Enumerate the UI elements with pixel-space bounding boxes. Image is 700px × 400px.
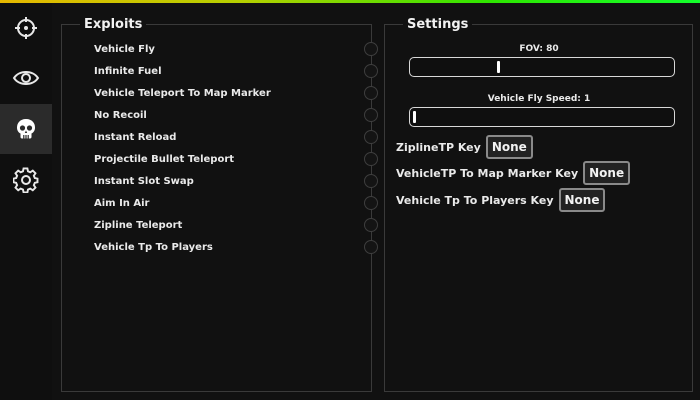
exploits-title: Exploits (80, 17, 147, 32)
exploit-row[interactable]: Instant Reload (94, 127, 378, 147)
exploit-label: Aim In Air (94, 197, 150, 209)
nav-settings[interactable] (0, 155, 52, 205)
exploit-toggle[interactable] (364, 240, 378, 254)
exploit-label: Instant Slot Swap (94, 175, 194, 187)
exploit-row[interactable]: Vehicle Teleport To Map Marker (94, 83, 378, 103)
vehicle-tp-marker-key-row: VehicleTP To Map Marker Key None (396, 161, 631, 185)
fov-slider[interactable] (409, 57, 675, 77)
exploit-label: Vehicle Teleport To Map Marker (94, 87, 271, 99)
exploit-row[interactable]: No Recoil (94, 105, 378, 125)
exploit-label: Infinite Fuel (94, 65, 162, 77)
exploit-label: Vehicle Tp To Players (94, 241, 213, 253)
vehicle-tp-players-key-button[interactable]: None (558, 188, 606, 212)
skull-icon (17, 119, 35, 139)
exploit-row[interactable]: Vehicle Fly (94, 39, 378, 59)
exploit-toggle[interactable] (364, 130, 378, 144)
vehicle-tp-players-key-row: Vehicle Tp To Players Key None (396, 188, 606, 212)
exploit-toggle[interactable] (364, 86, 378, 100)
fly-speed-label: Vehicle Fly Speed: 1 (487, 94, 591, 104)
exploit-toggle[interactable] (364, 218, 378, 232)
exploit-toggle[interactable] (364, 64, 378, 78)
exploit-row[interactable]: Instant Slot Swap (94, 171, 378, 191)
exploit-label: Zipline Teleport (94, 219, 183, 231)
exploit-row[interactable]: Infinite Fuel (94, 61, 378, 81)
settings-title: Settings (403, 17, 473, 32)
nav-visuals[interactable] (0, 53, 52, 103)
fly-speed-slider[interactable] (409, 107, 675, 127)
exploit-row[interactable]: Zipline Teleport (94, 215, 378, 235)
exploit-toggle[interactable] (364, 108, 378, 122)
exploit-label: Vehicle Fly (94, 43, 155, 55)
vehicle-tp-players-key-label: Vehicle Tp To Players Key (396, 193, 554, 207)
vehicle-tp-marker-key-button[interactable]: None (583, 161, 631, 185)
exploit-row[interactable]: Vehicle Tp To Players (94, 237, 378, 257)
zipline-key-label: ZiplineTP Key (396, 140, 481, 154)
exploit-row[interactable]: Aim In Air (94, 193, 378, 213)
settings-panel: Settings FOV: 80 Vehicle Fly Speed: 1 Zi… (384, 17, 693, 392)
eye-icon (12, 71, 40, 85)
nav-exploits[interactable] (0, 104, 52, 154)
sidebar (0, 3, 52, 400)
exploit-label: No Recoil (94, 109, 147, 121)
exploit-label: Instant Reload (94, 131, 177, 143)
vehicle-tp-marker-key-label: VehicleTP To Map Marker Key (396, 166, 579, 180)
nav-aimbot[interactable] (0, 3, 52, 53)
fly-speed-slider-handle[interactable] (413, 111, 416, 123)
fov-slider-handle[interactable] (497, 61, 501, 73)
crosshair-icon (15, 17, 37, 39)
zipline-key-row: ZiplineTP Key None (396, 135, 533, 159)
fov-label: FOV: 80 (519, 44, 559, 54)
gear-icon (13, 167, 39, 193)
accent-bar (0, 0, 700, 3)
exploit-toggle[interactable] (364, 42, 378, 56)
zipline-key-button[interactable]: None (485, 135, 533, 159)
exploits-panel: Exploits Vehicle Fly Infinite Fuel Vehic… (61, 17, 378, 392)
exploit-toggle[interactable] (364, 152, 378, 166)
exploit-toggle[interactable] (364, 174, 378, 188)
exploit-label: Projectile Bullet Teleport (94, 153, 235, 165)
exploit-row[interactable]: Projectile Bullet Teleport (94, 149, 378, 169)
exploit-toggle[interactable] (364, 196, 378, 210)
